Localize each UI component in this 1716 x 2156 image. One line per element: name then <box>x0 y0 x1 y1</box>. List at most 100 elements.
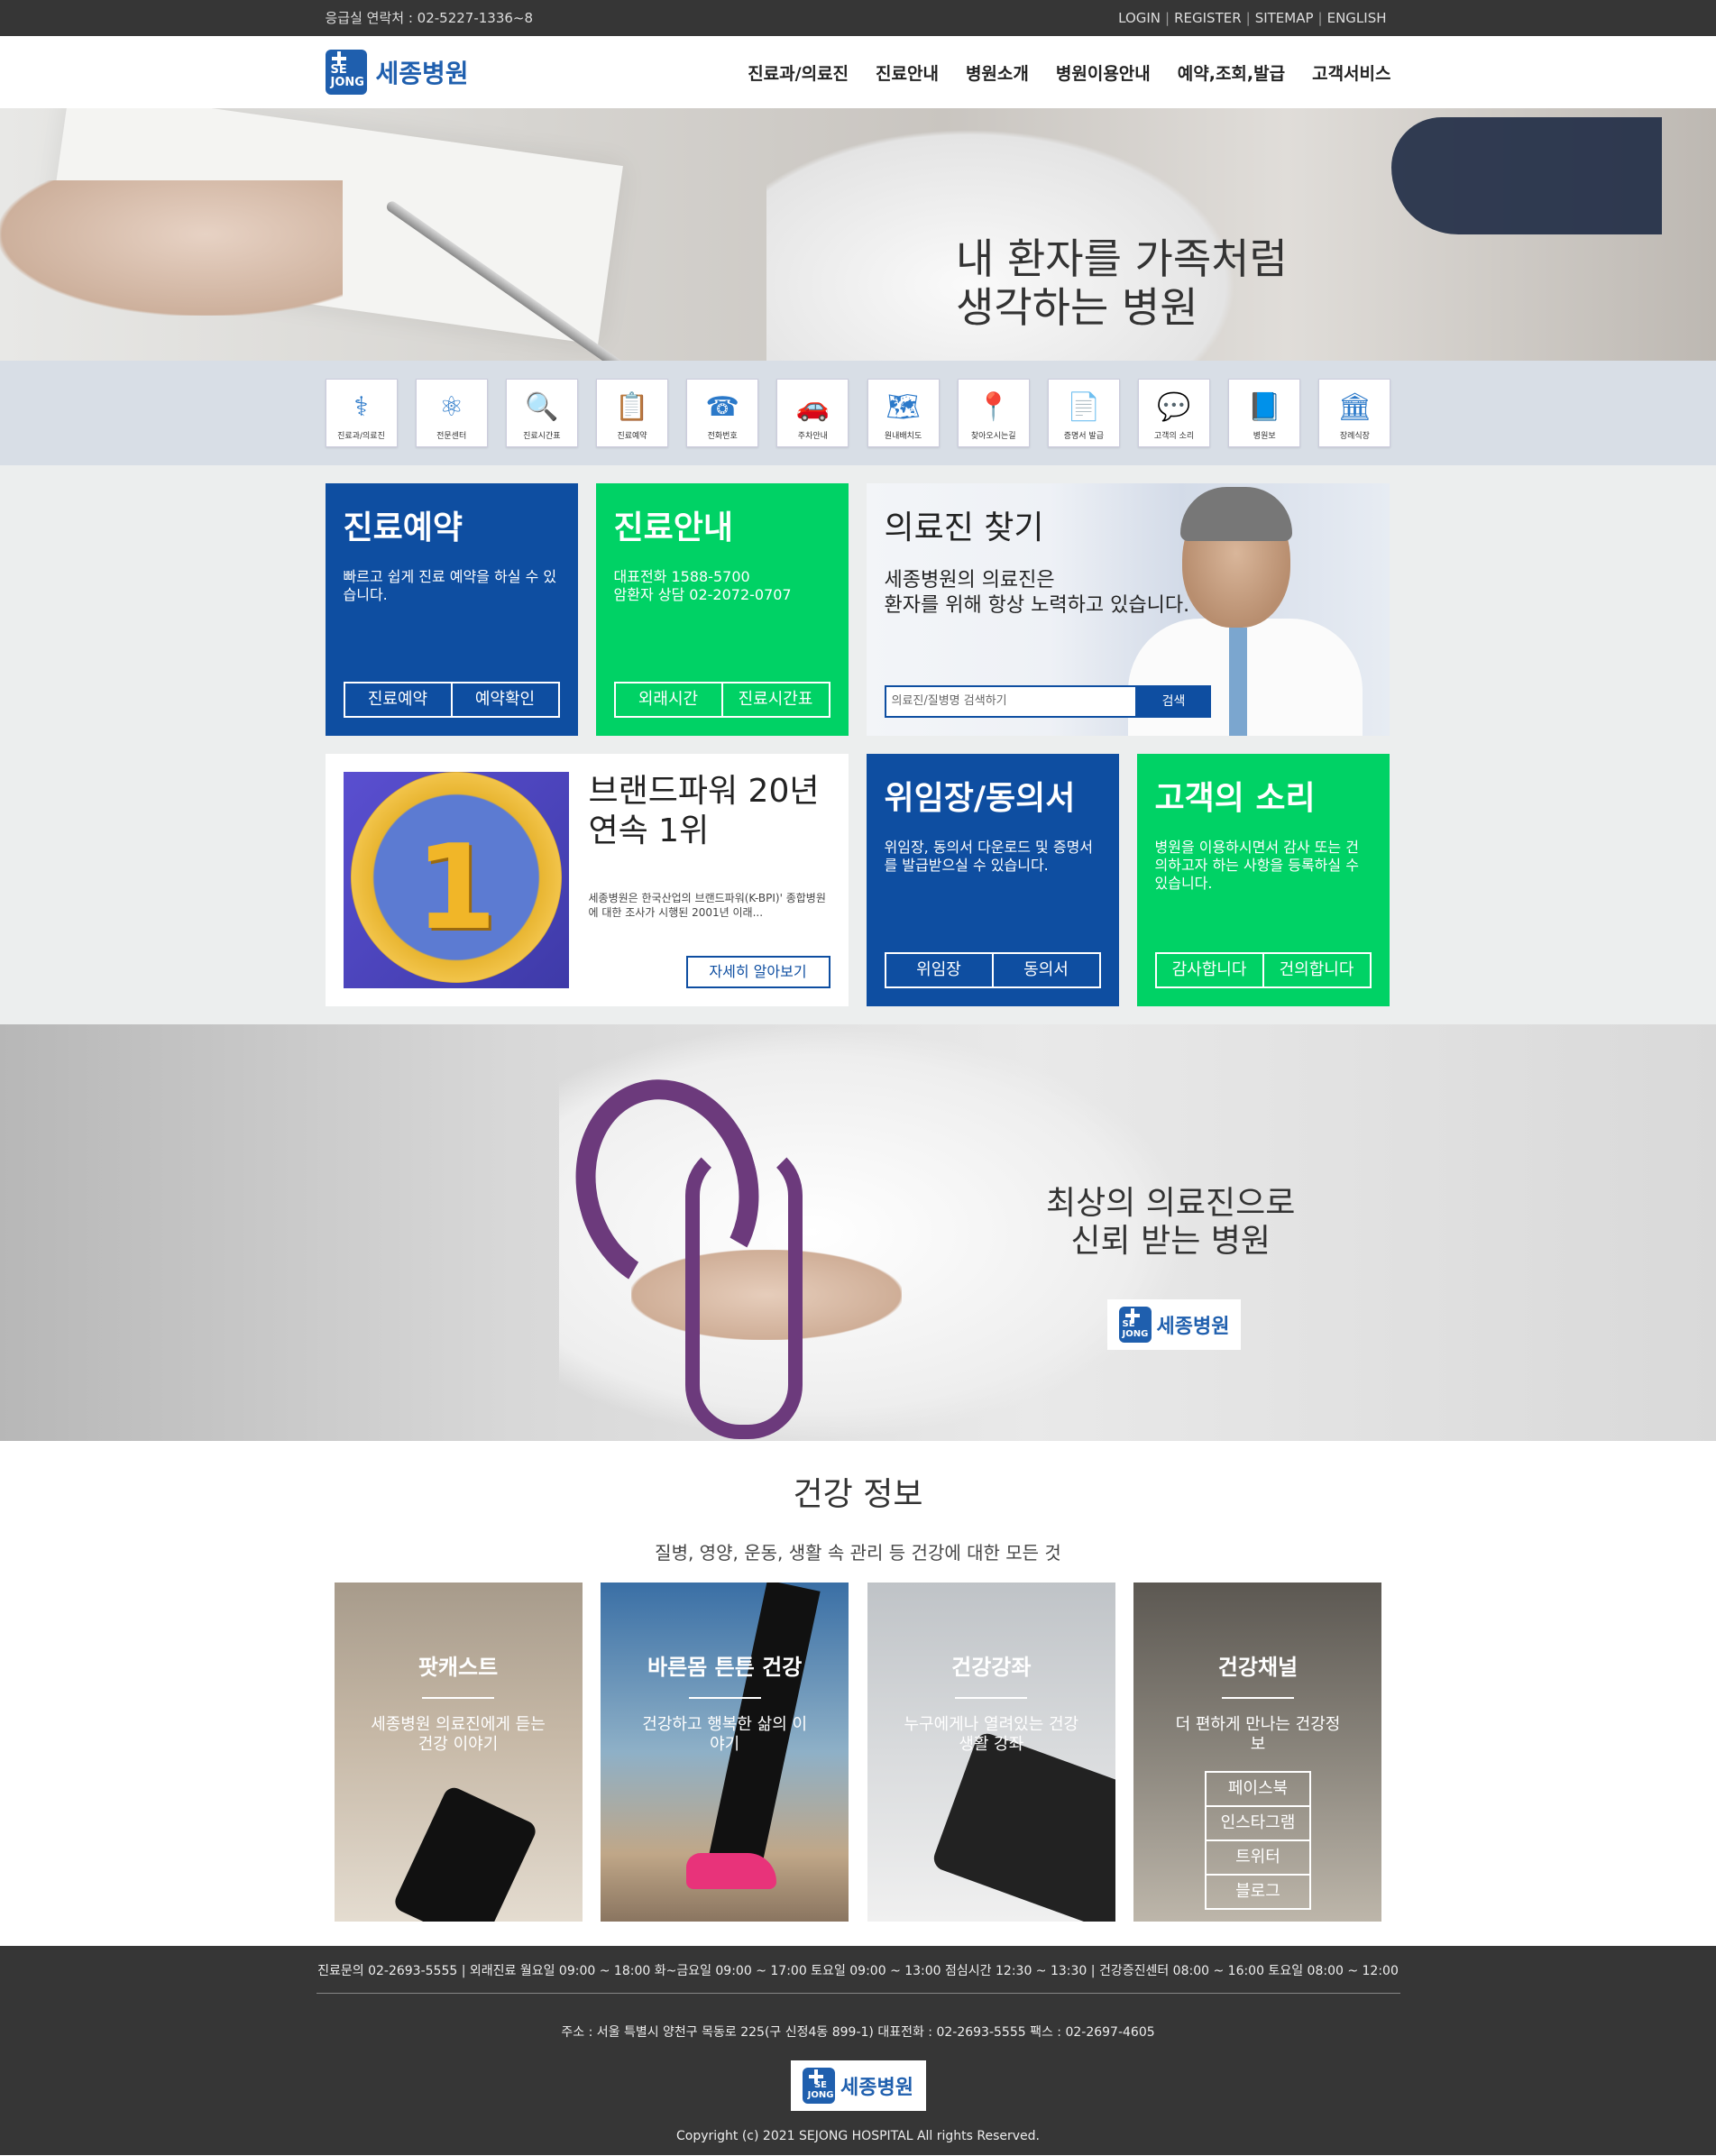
brand-power-box: 1 브랜드파워 20년 연속 1위 세종병원은 한국산업의 브랜드파워(K-BPI… <box>325 754 849 1006</box>
quick-timetable[interactable]: 🔍 진료시간표 <box>505 379 578 447</box>
logo-cross-icon: SE JONG <box>325 50 367 95</box>
twitter-button[interactable]: 트위터 <box>1204 1839 1311 1876</box>
quick-centers[interactable]: ⚛ 전문센터 <box>415 379 488 447</box>
footer-address: 주소 : 서울 특별시 양천구 목동로 225(구 신정4동 899-1) 대표… <box>561 2025 1155 2040</box>
health-subtitle: 질병, 영양, 운동, 생활 속 관리 등 건강에 대한 모든 것 <box>655 1542 1061 1564</box>
location-icon: 📍 <box>977 391 1011 423</box>
nav-usage-guide[interactable]: 병원이용안내 <box>1056 60 1151 85</box>
doctor-search-box: 의료진 찾기 세종병원의 의료진은 환자를 위해 항상 노력하고 있습니다. 의… <box>866 483 1390 736</box>
doctor-search-input[interactable]: 의료진/질병명 검색하기 <box>884 685 1137 718</box>
magnifier-doc-icon: 🔍 <box>525 391 559 423</box>
doctor-line1: 세종병원의 의료진은 <box>884 569 1055 592</box>
footer-logo: SE JONG 세종병원 <box>790 2060 926 2111</box>
main-nav: 진료과/의료진 진료안내 병원소개 병원이용안내 예약,조회,발급 고객서비스 <box>748 60 1390 85</box>
quick-phonebook[interactable]: ☎ 전화번호 <box>686 379 759 447</box>
nav-departments[interactable]: 진료과/의료진 <box>748 60 849 85</box>
health-info-section: 건강 정보 질병, 영양, 운동, 생활 속 관리 등 건강에 대한 모든 것 … <box>0 1441 1716 1946</box>
reserve-check-button[interactable]: 예약확인 <box>450 683 558 716</box>
clipboard-icon: 📋 <box>615 391 649 423</box>
outpatient-hours-button[interactable]: 외래시간 <box>616 683 721 716</box>
quick-parking[interactable]: 🚗 주차안내 <box>776 379 849 447</box>
top-bar: 응급실 연락처 : 02-5227-1336~8 LOGIN | REGISTER |… <box>0 0 1716 36</box>
hero-slogan: 내 환자를 가족처럼 생각하는 병원 <box>956 234 1288 332</box>
promo-slogan: 최상의 의료진으로 신뢰 받는 병원 <box>1046 1185 1296 1260</box>
facebook-button[interactable]: 페이스북 <box>1204 1771 1311 1807</box>
blog-button[interactable]: 블로그 <box>1204 1874 1311 1910</box>
footer: 진료문의 02-2693-5555 | 외래진료 월요일 09:00 ~ 18:… <box>0 1946 1716 2155</box>
stethoscope-icon: ⚕ <box>353 391 369 423</box>
building-icon: 🏛 <box>1337 391 1372 423</box>
header: SE JONG 세종병원 진료과/의료진 진료안내 병원소개 병원이용안내 예약… <box>0 36 1716 108</box>
quick-reservation[interactable]: 📋 진료예약 <box>596 379 669 447</box>
doctor-line2: 환자를 위해 항상 노력하고 있습니다. <box>884 594 1190 617</box>
reservation-desc: 빠르고 쉽게 진료 예약을 하실 수 있습니다. <box>343 568 557 603</box>
book-icon: 📘 <box>1247 391 1281 423</box>
site-logo[interactable]: SE JONG 세종병원 <box>325 50 469 95</box>
customer-voice-box: 고객의 소리 병원을 이용하시면서 감사 또는 건의하고자 하는 사항을 등록하… <box>1136 754 1390 1006</box>
quick-floormap[interactable]: 🗺 원내배치도 <box>867 379 940 447</box>
voice-desc: 병원을 이용하시면서 감사 또는 건의하고자 하는 사항을 등록하실 수 있습니… <box>1154 839 1359 892</box>
thanks-button[interactable]: 감사합니다 <box>1157 954 1262 986</box>
map-fold-icon: 🗺 <box>886 391 921 423</box>
register-link[interactable]: REGISTER <box>1170 10 1246 26</box>
quick-funeral[interactable]: 🏛 장례식장 <box>1318 379 1391 447</box>
guide-box: 진료안내 대표전화 1588-5700 암환자 상담 02-2072-0707 … <box>595 483 849 736</box>
guide-phone: 대표전화 1588-5700 <box>613 568 750 585</box>
quick-directions[interactable]: 📍 찾아오시는길 <box>957 379 1030 447</box>
health-title: 건강 정보 <box>793 1476 923 1513</box>
nav-customer-service[interactable]: 고객서비스 <box>1312 60 1390 85</box>
guide-title: 진료안내 <box>613 509 733 546</box>
reserve-button[interactable]: 진료예약 <box>345 683 451 716</box>
car-icon: 🚗 <box>795 391 830 423</box>
footer-copyright: Copyright (c) 2021 SEJONG HOSPITAL All r… <box>675 2129 1040 2143</box>
proxy-button[interactable]: 위임장 <box>886 954 992 986</box>
logo-text: 세종병원 <box>375 59 469 88</box>
molecule-icon: ⚛ <box>439 391 464 423</box>
phone-book-icon: ☎ <box>705 391 739 423</box>
podcast-card[interactable]: 팟캐스트 세종병원 의료진에게 듣는 건강 이야기 <box>334 1583 583 1922</box>
sitemap-link[interactable]: SITEMAP <box>1251 10 1318 26</box>
promo-banner: 최상의 의료진으로 신뢰 받는 병원 SE JONG 세종병원 <box>0 1024 1716 1441</box>
brand-title: 브랜드파워 20년 연속 1위 <box>588 773 820 849</box>
blood-pressure-cuff-image <box>1391 117 1662 234</box>
hero-banner: 내 환자를 가족처럼 생각하는 병원 <box>0 108 1716 361</box>
timetable-button[interactable]: 진료시간표 <box>720 683 829 716</box>
reservation-title: 진료예약 <box>343 509 463 546</box>
nav-reservation[interactable]: 예약,조회,발급 <box>1178 60 1285 85</box>
voice-title: 고객의 소리 <box>1154 780 1316 817</box>
nav-treatment-guide[interactable]: 진료안내 <box>876 60 939 85</box>
quick-menu: ⚕ 진료과/의료진 ⚛ 전문센터 🔍 진료시간표 📋 진료예약 ☎ 전화번호 🚗 주차안내 … <box>0 361 1716 465</box>
nav-about[interactable]: 병원소개 <box>966 60 1029 85</box>
chat-bubble-icon: 💬 <box>1157 391 1191 423</box>
health-lecture-card[interactable]: 건강강좌 누구에게나 열려있는 건강 생활 강좌 <box>867 1583 1115 1922</box>
learn-more-button[interactable]: 자세히 알아보기 <box>685 956 830 988</box>
kbpi-badge-image: 1 <box>343 772 569 988</box>
running-shoe-image <box>686 1853 777 1889</box>
top-links: LOGIN | REGISTER | SITEMAP | ENGLISH <box>1114 0 1390 36</box>
english-link[interactable]: ENGLISH <box>1323 10 1391 26</box>
consent-desc: 위임장, 동의서 다운로드 및 증명서를 발급받으실 수 있습니다. <box>884 839 1094 874</box>
instagram-button[interactable]: 인스타그램 <box>1204 1805 1311 1841</box>
quick-newsletter[interactable]: 📘 병원보 <box>1228 379 1301 447</box>
footer-hours: 진료문의 02-2693-5555 | 외래진료 월요일 09:00 ~ 18:… <box>317 1964 1399 1978</box>
promo-logo: SE JONG 세종병원 <box>1107 1299 1241 1350</box>
guide-cancer-phone: 암환자 상담 02-2072-0707 <box>613 586 792 603</box>
logo-cross-icon: SE JONG <box>803 2068 836 2104</box>
doctor-search-button[interactable]: 검색 <box>1136 685 1211 718</box>
consent-title: 위임장/동의서 <box>884 780 1076 817</box>
quick-voice[interactable]: 💬 고객의 소리 <box>1138 379 1211 447</box>
emergency-contact: 응급실 연락처 : 02-5227-1336~8 <box>325 10 534 26</box>
consent-box: 위임장/동의서 위임장, 동의서 다운로드 및 증명서를 발급받으실 수 있습니… <box>866 754 1119 1006</box>
reservation-box: 진료예약 빠르고 쉽게 진료 예약을 하실 수 있습니다. 진료예약 예약확인 <box>325 483 578 736</box>
quick-departments[interactable]: ⚕ 진료과/의료진 <box>325 379 398 447</box>
consent-button[interactable]: 동의서 <box>991 954 1099 986</box>
document-icon: 📄 <box>1067 391 1101 423</box>
healthy-body-card[interactable]: 바른몸 튼튼 건강 건강하고 행복한 삶의 이야기 <box>601 1583 849 1922</box>
login-link[interactable]: LOGIN <box>1114 10 1165 26</box>
logo-cross-icon: SE JONG <box>1118 1307 1152 1343</box>
main-section: 진료예약 빠르고 쉽게 진료 예약을 하실 수 있습니다. 진료예약 예약확인 … <box>0 465 1716 1024</box>
brand-desc: 세종병원은 한국산업의 브랜드파워(K-BPI)' 종합병원에 대한 조사가 시… <box>588 892 826 919</box>
health-channel-card: 건강채널 더 편하게 만나는 건강정보 페이스북 인스타그램 트위터 블로그 <box>1133 1583 1382 1922</box>
suggest-button[interactable]: 건의합니다 <box>1262 954 1370 986</box>
quick-certificates[interactable]: 📄 증명서 발급 <box>1047 379 1120 447</box>
